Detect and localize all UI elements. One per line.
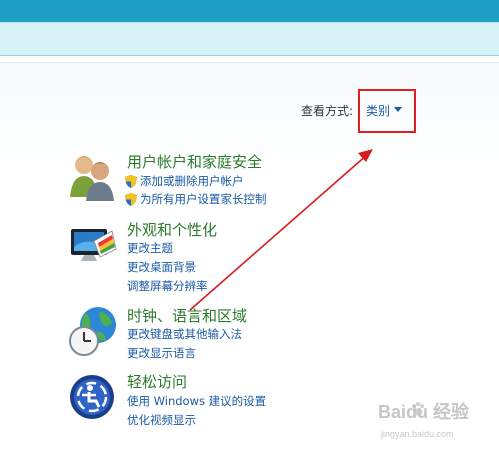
optimize-video-display-link[interactable]: 优化视频显示	[127, 412, 196, 428]
link-text[interactable]: 添加或删除用户帐户	[140, 174, 244, 188]
windows-recommended-settings-link[interactable]: 使用 Windows 建议的设置	[127, 393, 266, 409]
category-title[interactable]: 轻松访问	[127, 371, 187, 392]
window-top-band	[0, 0, 499, 22]
link-text[interactable]: 为所有用户设置家长控制	[140, 192, 267, 206]
uac-shield-icon	[125, 175, 137, 188]
view-by-dropdown[interactable]: 类别	[358, 89, 416, 133]
view-by-label: 查看方式:	[301, 104, 354, 118]
category-title[interactable]: 外观和个性化	[127, 219, 217, 240]
user-accounts-icon[interactable]	[68, 151, 120, 203]
watermark-url: jingyan.baidu.com	[381, 429, 454, 439]
category-title[interactable]: 时钟、语言和区域	[127, 305, 247, 326]
parental-controls-link[interactable]: 为所有用户设置家长控制	[125, 191, 267, 207]
view-by-value[interactable]: 类别	[366, 102, 390, 119]
ease-of-access-icon[interactable]	[68, 371, 120, 423]
address-toolbar-strip	[0, 22, 499, 56]
clock-globe-icon[interactable]	[68, 305, 120, 357]
add-remove-accounts-link[interactable]: 添加或删除用户帐户	[125, 173, 244, 189]
adjust-resolution-link[interactable]: 调整屏幕分辨率	[127, 278, 208, 294]
change-display-language-link[interactable]: 更改显示语言	[127, 345, 196, 361]
change-theme-link[interactable]: 更改主题	[127, 240, 173, 256]
appearance-icon[interactable]	[68, 219, 120, 271]
change-input-methods-link[interactable]: 更改键盘或其他输入法	[127, 326, 242, 342]
dropdown-arrow-icon[interactable]	[394, 107, 402, 112]
change-desktop-background-link[interactable]: 更改桌面背景	[127, 259, 196, 275]
category-title[interactable]: 用户帐户和家庭安全	[127, 151, 262, 172]
uac-shield-icon	[125, 193, 137, 206]
watermark-logo: Baidu 经验	[378, 402, 470, 422]
